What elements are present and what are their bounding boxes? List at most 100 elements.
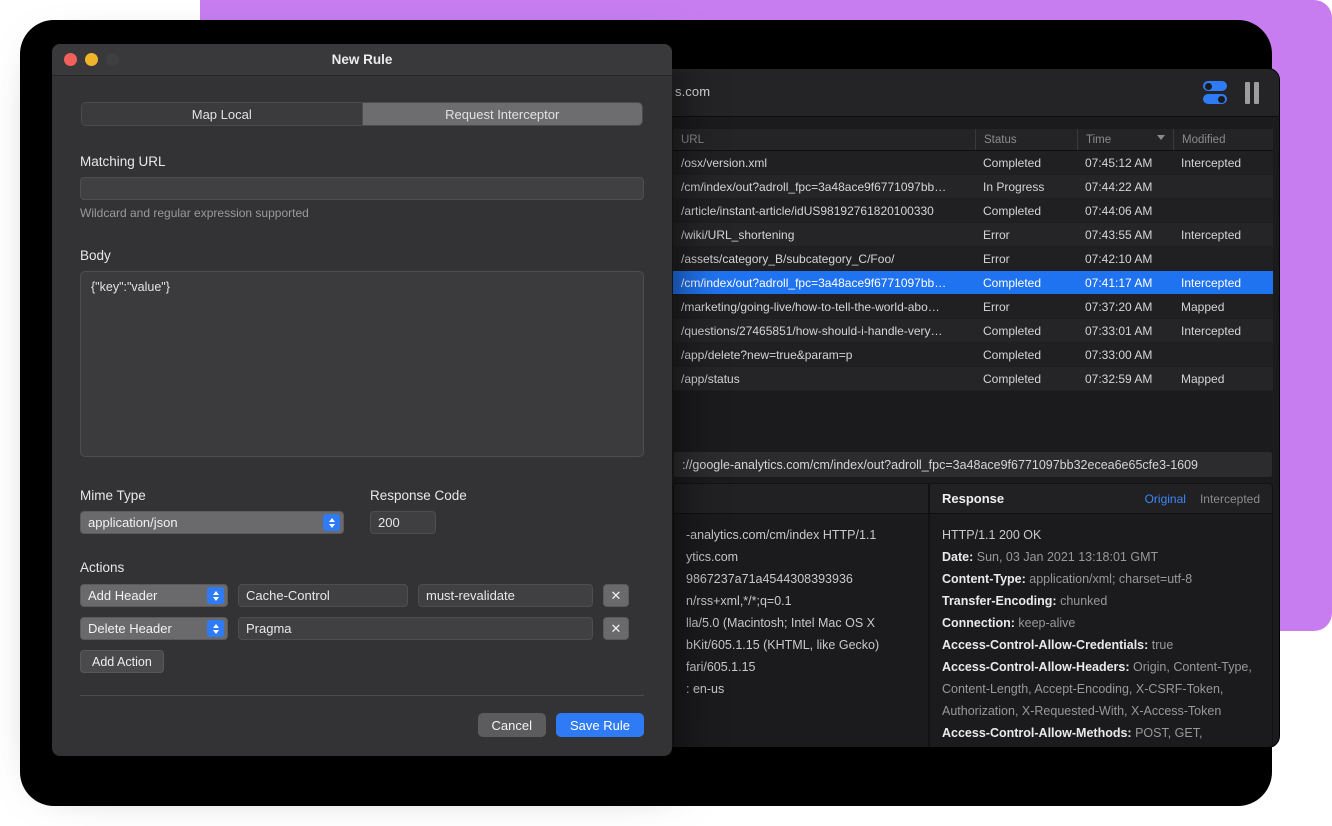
response-header-line: Access-Control-Allow-Methods: POST, GET,	[942, 722, 1260, 744]
mime-type-group: Mime Type application/json	[80, 488, 344, 534]
requests-table: URL Status Time Modified /osx/version.xm…	[673, 129, 1273, 391]
cell-url: /cm/index/out?adroll_fpc=3a48ace9f677109…	[673, 276, 975, 290]
action-type-select[interactable]: Delete Header	[80, 617, 228, 640]
response-header-name: Access-Control-Allow-Methods:	[942, 726, 1132, 740]
action-header-name-input[interactable]	[238, 617, 593, 640]
dialog-body: Map Local Request Interceptor Matching U…	[52, 76, 672, 737]
cell-url: /assets/category_B/subcategory_C/Foo/	[673, 252, 975, 266]
table-row[interactable]: /app/statusCompleted07:32:59 AMMapped	[673, 367, 1273, 391]
table-header-row: URL Status Time Modified	[673, 129, 1273, 151]
cell-url: /osx/version.xml	[673, 156, 975, 170]
table-row[interactable]: /assets/category_B/subcategory_C/Foo/Err…	[673, 247, 1273, 271]
response-header-value: application/xml; charset=utf-8	[1029, 572, 1192, 586]
request-line: bKit/605.1.15 (KHTML, like Gecko)	[686, 634, 916, 656]
table-row[interactable]: /osx/version.xmlCompleted07:45:12 AMInte…	[673, 151, 1273, 175]
table-row[interactable]: /wiki/URL_shorteningError07:43:55 AMInte…	[673, 223, 1273, 247]
app-titlebar: s.com	[657, 69, 1279, 117]
cell-modified: Intercepted	[1173, 156, 1273, 170]
response-header-value: Authorization, X-Requested-With, X-Acces…	[942, 704, 1221, 718]
request-pane-header	[674, 484, 928, 514]
response-header-name: Access-Control-Allow-Headers:	[942, 660, 1130, 674]
table-row[interactable]: /article/instant-article/idUS98192761820…	[673, 199, 1273, 223]
request-line: ytics.com	[686, 546, 916, 568]
cell-status: Error	[975, 300, 1077, 314]
table-row[interactable]: /cm/index/out?adroll_fpc=3a48ace9f677109…	[673, 175, 1273, 199]
action-type-select[interactable]: Add Header	[80, 584, 228, 607]
cell-status: Completed	[975, 324, 1077, 338]
cell-status: In Progress	[975, 180, 1077, 194]
body-label: Body	[80, 248, 644, 263]
app-toolbar	[1203, 80, 1259, 106]
cancel-button[interactable]: Cancel	[478, 713, 546, 737]
action-header-value-input[interactable]	[418, 584, 593, 607]
table-row[interactable]: /questions/27465851/how-should-i-handle-…	[673, 319, 1273, 343]
response-header-line: Content-Type: application/xml; charset=u…	[942, 568, 1260, 590]
request-line: n/rss+xml,*/*;q=0.1	[686, 590, 916, 612]
column-header-url[interactable]: URL	[673, 129, 975, 150]
column-header-status[interactable]: Status	[975, 129, 1077, 150]
action-header-name-input[interactable]	[238, 584, 408, 607]
response-code-input[interactable]	[370, 511, 436, 534]
chevron-updown-icon	[207, 620, 224, 637]
cell-status: Error	[975, 252, 1077, 266]
pause-icon[interactable]	[1245, 82, 1259, 104]
column-header-time[interactable]: Time	[1077, 129, 1173, 150]
action-row: Add Header ✕	[80, 584, 644, 607]
actions-label: Actions	[80, 560, 644, 575]
cell-time: 07:42:10 AM	[1077, 252, 1173, 266]
mode-segmented-control: Map Local Request Interceptor	[81, 102, 643, 126]
response-view-tabs: Original Intercepted	[1145, 492, 1260, 506]
response-header-line: Content-Length, Accept-Encoding, X-CSRF-…	[942, 678, 1260, 700]
response-header-value: chunked	[1060, 594, 1107, 608]
response-tab-intercepted[interactable]: Intercepted	[1200, 492, 1260, 506]
cell-modified: Intercepted	[1173, 324, 1273, 338]
cell-url: /app/delete?new=true&param=p	[673, 348, 975, 362]
cell-status: Completed	[975, 276, 1077, 290]
save-rule-button[interactable]: Save Rule	[556, 713, 644, 737]
cell-url: /marketing/going-live/how-to-tell-the-wo…	[673, 300, 975, 314]
cell-status: Completed	[975, 204, 1077, 218]
cell-time: 07:45:12 AM	[1077, 156, 1173, 170]
body-textarea[interactable]	[80, 271, 644, 457]
cell-modified: Mapped	[1173, 300, 1273, 314]
table-row[interactable]: /marketing/going-live/how-to-tell-the-wo…	[673, 295, 1273, 319]
cell-time: 07:41:17 AM	[1077, 276, 1173, 290]
response-header-value: Origin, Content-Type,	[1133, 660, 1252, 674]
request-url-bar[interactable]: ://google-analytics.com/cm/index/out?adr…	[673, 451, 1273, 478]
remove-action-button[interactable]: ✕	[603, 584, 629, 607]
request-pane: -analytics.com/cm/index HTTP/1.1ytics.co…	[673, 483, 929, 748]
action-type-value: Delete Header	[88, 621, 172, 636]
sliders-icon[interactable]	[1203, 80, 1227, 106]
response-pane-header: Response Original Intercepted	[930, 484, 1272, 514]
tab-map-local[interactable]: Map Local	[82, 103, 362, 125]
cell-url: /questions/27465851/how-should-i-handle-…	[673, 324, 975, 338]
request-pane-body: -analytics.com/cm/index HTTP/1.1ytics.co…	[674, 514, 928, 710]
response-header-line: Authorization, X-Requested-With, X-Acces…	[942, 700, 1260, 722]
column-header-modified[interactable]: Modified	[1173, 129, 1273, 150]
cell-modified: Intercepted	[1173, 228, 1273, 242]
table-body: /osx/version.xmlCompleted07:45:12 AMInte…	[673, 151, 1273, 391]
response-header-line: Transfer-Encoding: chunked	[942, 590, 1260, 612]
response-tab-original[interactable]: Original	[1145, 492, 1186, 506]
minimize-window-button[interactable]	[85, 53, 98, 66]
remove-action-button[interactable]: ✕	[603, 617, 629, 640]
action-type-value: Add Header	[88, 588, 157, 603]
table-row[interactable]: /app/delete?new=true&param=pCompleted07:…	[673, 343, 1273, 367]
cell-time: 07:32:59 AM	[1077, 372, 1173, 386]
cell-time: 07:37:20 AM	[1077, 300, 1173, 314]
matching-url-input[interactable]	[80, 177, 644, 200]
response-headers-list: Date: Sun, 03 Jan 2021 13:18:01 GMTConte…	[942, 546, 1260, 744]
chevron-updown-icon	[207, 587, 224, 604]
mime-type-select[interactable]: application/json	[80, 511, 344, 534]
response-header-value: Sun, 03 Jan 2021 13:18:01 GMT	[977, 550, 1158, 564]
response-pane-title: Response	[942, 491, 1004, 506]
close-window-button[interactable]	[64, 53, 77, 66]
add-action-button[interactable]: Add Action	[80, 650, 164, 673]
table-row[interactable]: /cm/index/out?adroll_fpc=3a48ace9f677109…	[673, 271, 1273, 295]
dialog-titlebar: New Rule	[52, 44, 672, 76]
response-header-value: keep-alive	[1018, 616, 1075, 630]
cell-time: 07:33:01 AM	[1077, 324, 1173, 338]
response-status-line: HTTP/1.1 200 OK	[942, 524, 1260, 546]
tab-request-interceptor[interactable]: Request Interceptor	[362, 103, 643, 125]
response-pane: Response Original Intercepted HTTP/1.1 20…	[929, 483, 1273, 748]
